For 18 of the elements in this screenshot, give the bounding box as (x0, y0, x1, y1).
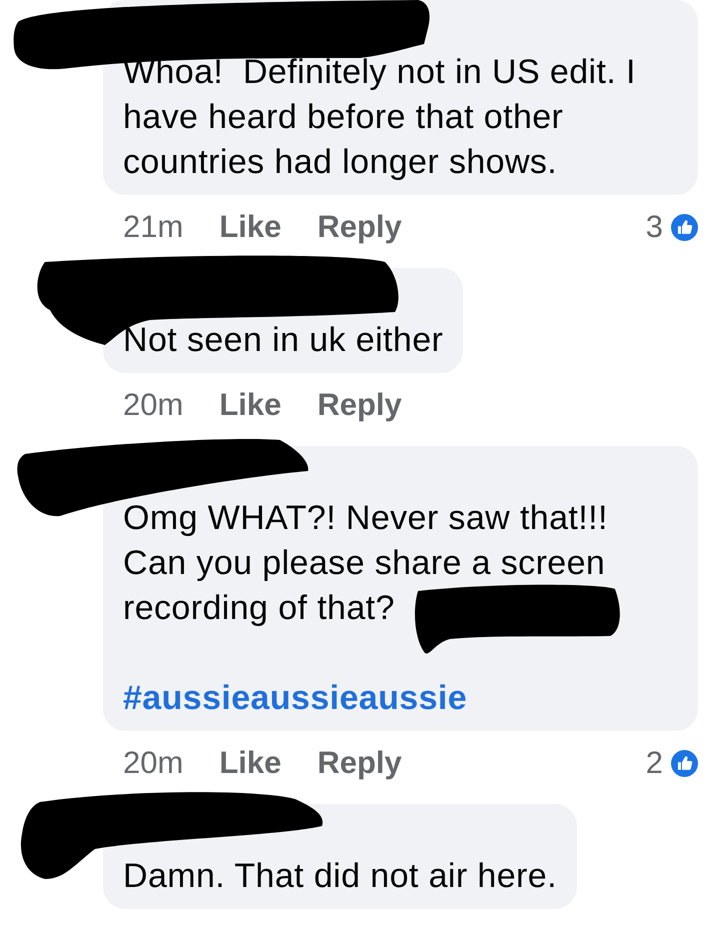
comment-text: Not seen in uk either (123, 320, 444, 361)
reply-button[interactable]: Reply (317, 207, 402, 247)
comment-timestamp: 20m (123, 744, 184, 782)
comment-text: Damn. That did not air here. (123, 856, 557, 897)
like-button[interactable]: Like (219, 743, 282, 783)
thumbs-up-icon (671, 750, 698, 776)
like-button[interactable]: Like (219, 207, 282, 247)
reply-button[interactable]: Reply (317, 385, 402, 425)
comment-timestamp: 20m (123, 386, 184, 424)
comment-timestamp: 21m (123, 208, 184, 246)
reply-button[interactable]: Reply (317, 743, 402, 783)
comment-text: Whoa! Definitely not in US edit. I have heard before that other countries had longer shows. (123, 52, 637, 183)
like-button[interactable]: Like (219, 385, 282, 425)
reaction-count-button[interactable]: 2 (646, 743, 698, 783)
reaction-count-button[interactable]: 3 (646, 207, 698, 247)
hashtag-link[interactable]: #aussieaussieaussie (123, 676, 468, 721)
thumbs-up-icon (671, 214, 698, 240)
comment-text: Omg WHAT?! Never saw that!!! Can you please share a screen recording of that? (123, 498, 609, 629)
